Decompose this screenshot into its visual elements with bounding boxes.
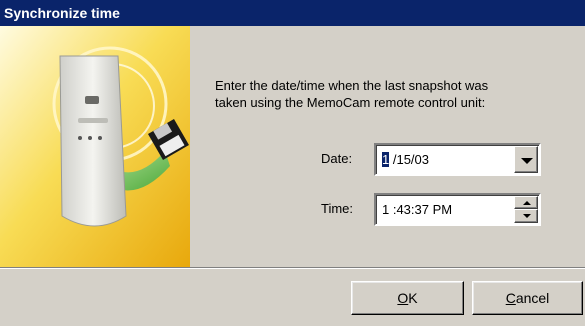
date-picker[interactable]: 1 /15/03 xyxy=(374,143,541,176)
time-value[interactable]: 1 :43:37 PM xyxy=(382,202,452,217)
date-value[interactable]: 1 /15/03 xyxy=(382,152,429,167)
chevron-down-icon xyxy=(521,158,533,164)
date-rest: /15/03 xyxy=(389,152,429,167)
time-spinner[interactable]: 1 :43:37 PM xyxy=(374,193,541,226)
ok-mnemonic: O xyxy=(397,290,409,306)
spin-down-icon xyxy=(523,214,531,218)
banner-image xyxy=(0,26,190,268)
spin-up-icon xyxy=(523,201,531,205)
date-dropdown-button[interactable] xyxy=(514,146,538,173)
footer-separator xyxy=(0,267,585,269)
title-bar[interactable]: Synchronize time xyxy=(0,0,585,26)
time-spin-up-button[interactable] xyxy=(514,196,538,209)
time-spin-down-button[interactable] xyxy=(514,209,538,223)
ok-button[interactable]: OK xyxy=(351,281,464,315)
cancel-label-rest: ancel xyxy=(515,290,550,306)
date-label: Date: xyxy=(321,151,353,166)
ok-label-rest: K xyxy=(408,290,418,306)
cancel-button[interactable]: Cancel xyxy=(472,281,583,315)
instructions-line-2: taken using the MemoCam remote control u… xyxy=(215,95,486,110)
instructions-text: Enter the date/time when the last snapsh… xyxy=(215,77,585,111)
camera-illustration xyxy=(0,26,190,268)
time-label: Time: xyxy=(321,201,354,216)
instructions-line-1: Enter the date/time when the last snapsh… xyxy=(215,78,489,93)
cancel-mnemonic: C xyxy=(505,290,516,306)
window-title: Synchronize time xyxy=(4,5,120,21)
